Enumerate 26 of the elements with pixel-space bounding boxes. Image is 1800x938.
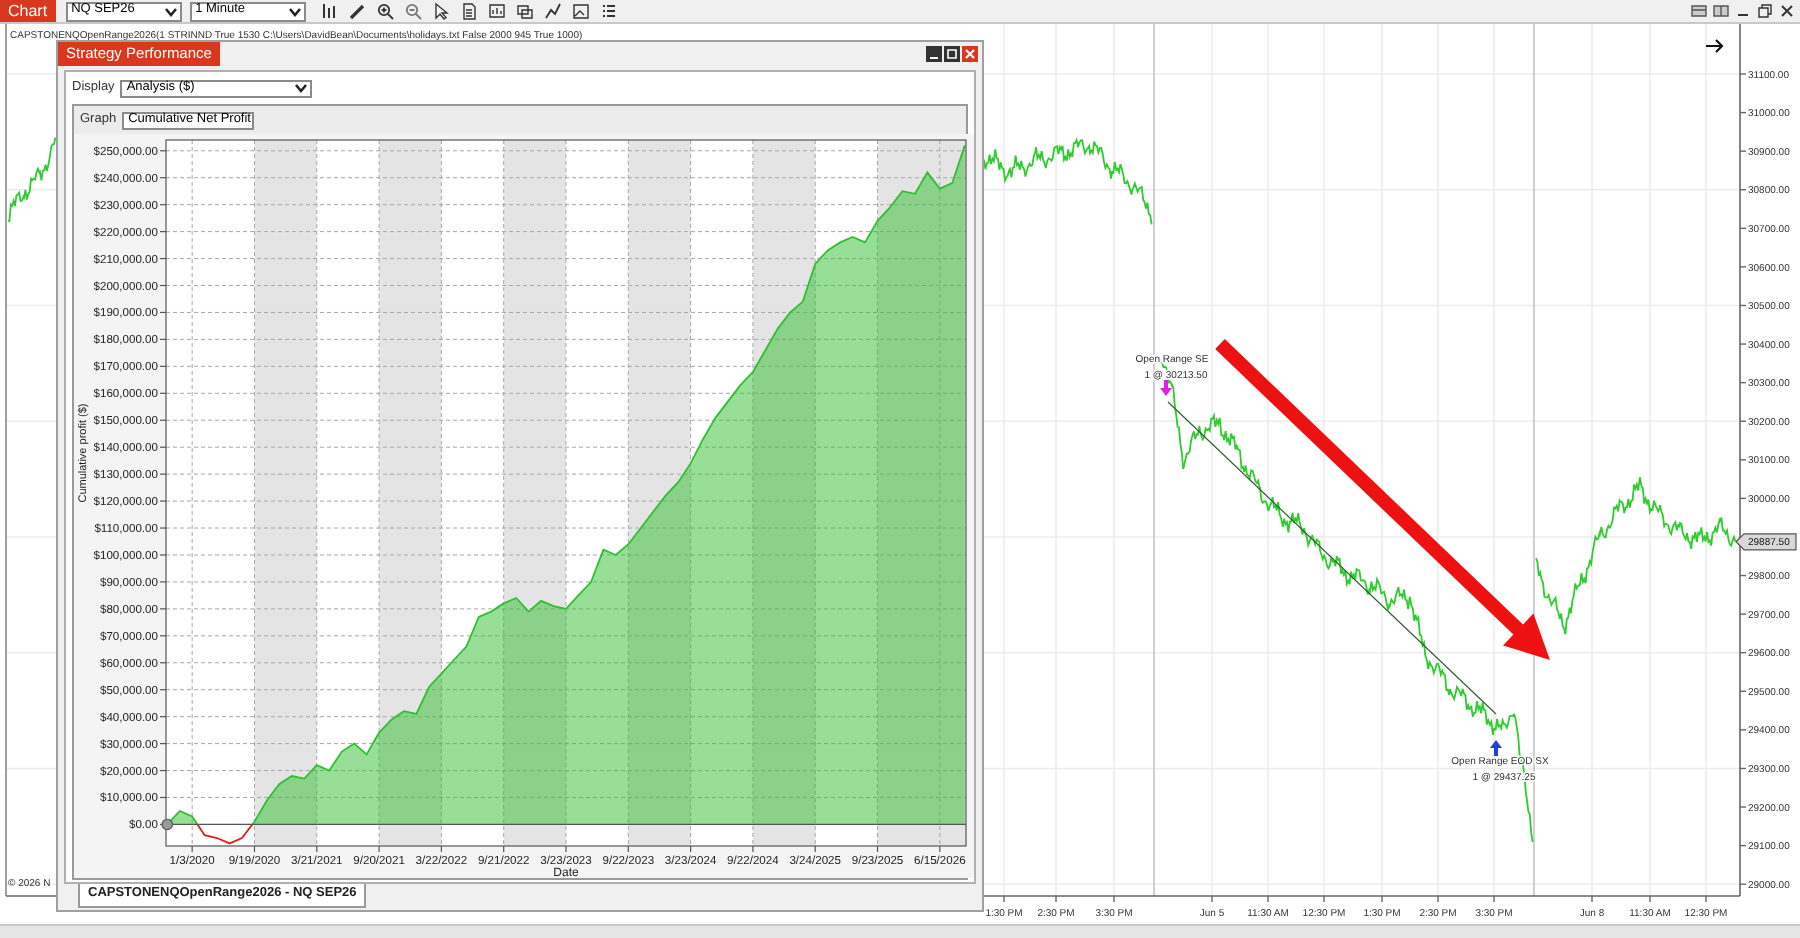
caret-icon bbox=[294, 82, 309, 94]
caret-icon bbox=[163, 5, 178, 17]
pencil-icon[interactable] bbox=[347, 2, 366, 20]
image-icon[interactable] bbox=[571, 2, 590, 20]
cursor-icon[interactable] bbox=[431, 2, 450, 20]
layout-icon[interactable] bbox=[1712, 2, 1730, 20]
down-arrow-icon bbox=[1160, 380, 1172, 396]
restore-icon[interactable] bbox=[1756, 2, 1774, 20]
line-chart-icon[interactable] bbox=[543, 2, 562, 20]
scrollbar[interactable] bbox=[0, 924, 1800, 938]
bars-icon[interactable] bbox=[319, 2, 338, 20]
document-icon[interactable] bbox=[459, 2, 478, 20]
maximize-button[interactable] bbox=[944, 46, 960, 62]
close-icon[interactable] bbox=[1778, 2, 1796, 20]
zoom-in-icon[interactable] bbox=[375, 2, 394, 20]
layers-icon[interactable] bbox=[515, 2, 534, 20]
list-icon[interactable] bbox=[599, 2, 618, 20]
zoom-out-icon[interactable] bbox=[403, 2, 422, 20]
layout-icon[interactable] bbox=[1690, 2, 1708, 20]
caret-icon bbox=[287, 5, 302, 17]
chart-box-icon[interactable] bbox=[487, 2, 506, 20]
arrow-right-icon[interactable] bbox=[1704, 38, 1724, 54]
minimize-button[interactable] bbox=[926, 46, 942, 62]
up-arrow-icon bbox=[1490, 740, 1502, 756]
chart-tab[interactable]: Chart bbox=[0, 0, 56, 22]
close-button[interactable] bbox=[962, 46, 978, 62]
